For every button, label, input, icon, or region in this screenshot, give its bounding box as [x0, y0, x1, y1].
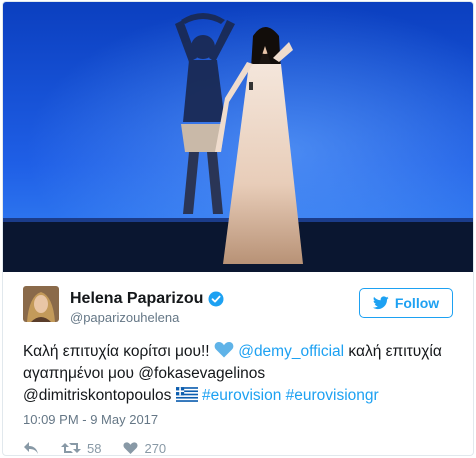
handle[interactable]: @paparizouhelena	[70, 310, 179, 325]
tweet-photo[interactable]	[3, 2, 473, 272]
text-part-1: Καλή επιτυχία κορίτσι μου!!	[23, 343, 214, 360]
tweet-text: Καλή επιτυχία κορίτσι μου!! @demy_offici…	[23, 341, 463, 407]
display-name[interactable]: Helena Paparizou	[70, 290, 203, 308]
hashtag-eurovisiongr[interactable]: #eurovisiongr	[286, 387, 379, 404]
stage-performance-image	[3, 2, 473, 272]
tweet-timestamp[interactable]: 10:09 PM - 9 May 2017	[23, 412, 158, 427]
mention-dimitriskontopoulos[interactable]: @dimitriskontopoulos	[23, 387, 171, 404]
avatar-image	[23, 286, 59, 322]
blue-heart-emoji	[214, 341, 234, 358]
like-count: 270	[144, 440, 167, 456]
reply-icon	[24, 442, 38, 454]
retweet-count: 58	[87, 440, 102, 456]
twitter-bird-icon	[372, 296, 389, 310]
hashtag-eurovision[interactable]: #eurovision	[202, 387, 281, 404]
retweet-action[interactable]: 58	[61, 440, 102, 456]
reply-action[interactable]	[23, 441, 39, 455]
retweet-icon	[61, 443, 81, 453]
avatar[interactable]	[23, 286, 59, 322]
mention-fokasevagelinos[interactable]: @fokasevagelinos	[138, 365, 265, 382]
follow-label: Follow	[394, 295, 440, 311]
follow-button[interactable]: Follow	[359, 288, 453, 318]
mention-demy-official[interactable]: @demy_official	[238, 343, 344, 360]
embedded-tweet-card: Helena Paparizou @paparizouhelena Follow…	[2, 1, 474, 456]
tweet-header: Helena Paparizou @paparizouhelena Follow	[23, 286, 455, 326]
greek-flag-emoji	[175, 387, 198, 402]
verified-badge-icon	[208, 291, 224, 307]
tweet-actions: 58 270	[23, 439, 167, 456]
heart-icon	[123, 442, 138, 454]
like-action[interactable]: 270	[123, 440, 167, 456]
